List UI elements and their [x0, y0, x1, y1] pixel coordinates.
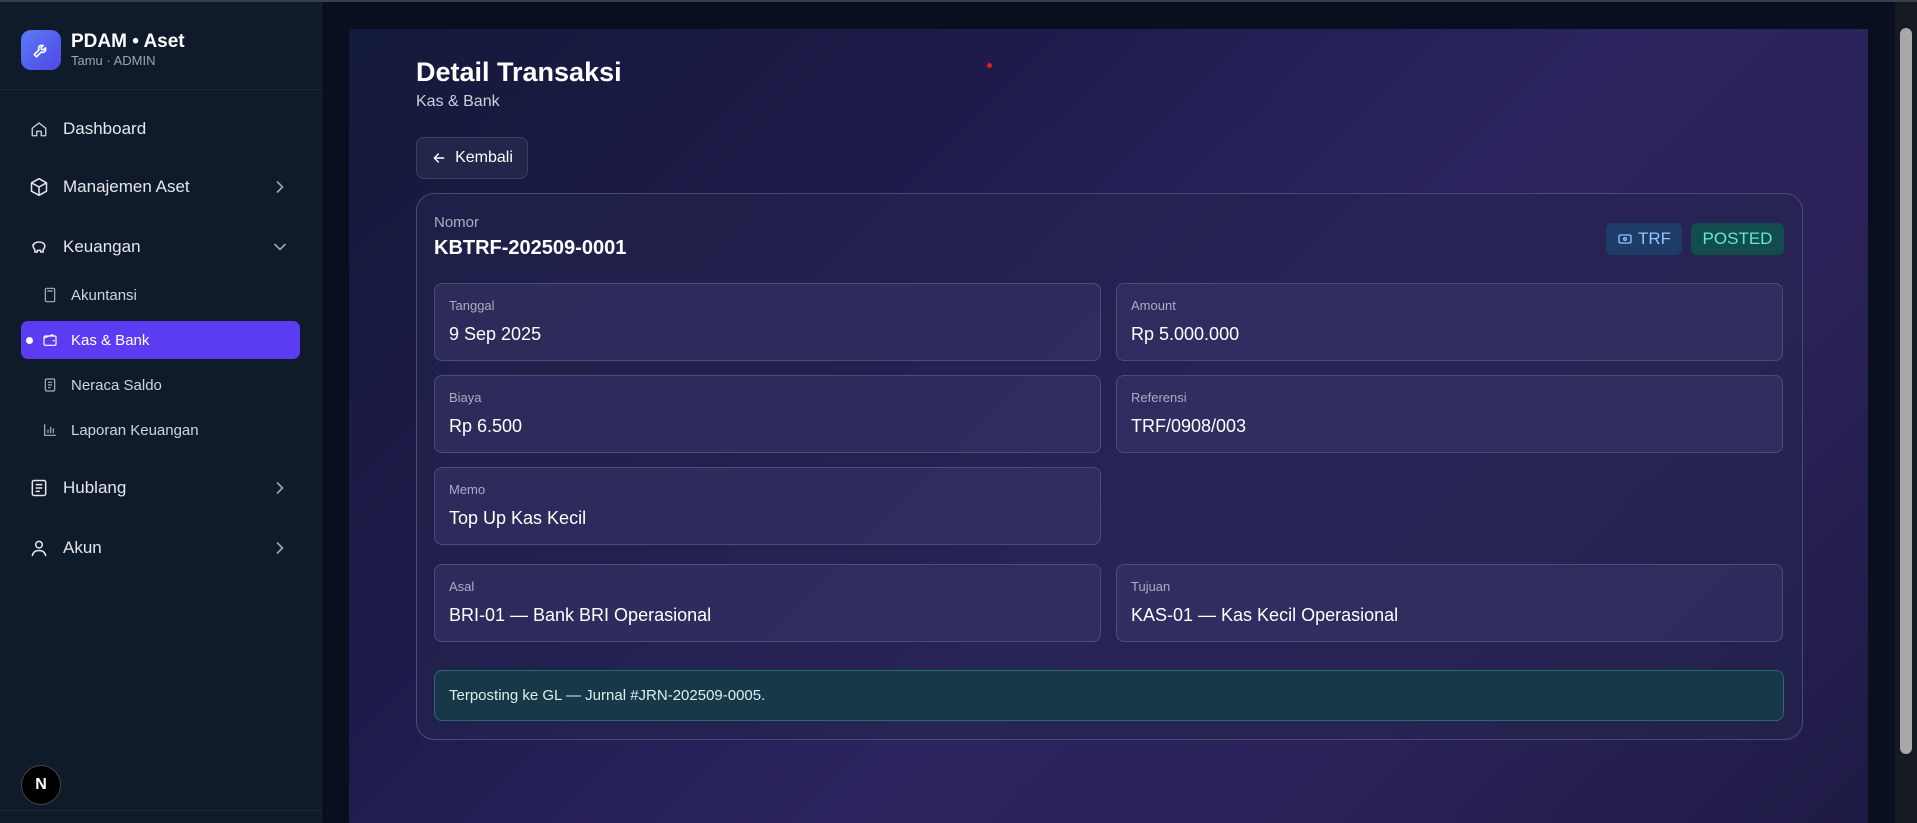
field-value: KAS-01 — Kas Kecil Operasional	[1131, 605, 1399, 625]
sidebar-item-label: Dashboard	[63, 119, 147, 138]
sidebar-item-neraca-saldo[interactable]: Neraca Saldo	[21, 366, 300, 404]
calculator-icon	[41, 286, 59, 304]
sidebar-item-akun[interactable]: Akun	[21, 528, 300, 568]
file-list-icon	[29, 478, 49, 498]
field-tanggal: Tanggal 9 Sep 2025	[434, 283, 1101, 361]
sidebar: PDAM • Aset Tamu · ADMIN Dashboard Manaj…	[0, 2, 322, 823]
sidebar-item-label: Kas & Bank	[71, 331, 150, 349]
sidebar-item-laporan-keuangan[interactable]: Laporan Keuangan	[21, 411, 300, 449]
arrow-left-icon	[433, 153, 445, 163]
status-badge: POSTED	[1691, 223, 1784, 255]
sidebar-divider	[0, 810, 322, 811]
field-amount: Amount Rp 5.000.000	[1116, 283, 1783, 361]
field-label: Referensi	[1131, 390, 1187, 405]
brand: PDAM • Aset Tamu · ADMIN	[0, 2, 321, 90]
active-indicator	[26, 337, 33, 344]
sidebar-item-label: Neraca Saldo	[71, 376, 162, 394]
wrench-icon	[21, 29, 61, 70]
sidebar-item-label: Manajemen Aset	[63, 177, 190, 196]
field-tujuan: Tujuan KAS-01 — Kas Kecil Operasional	[1116, 564, 1783, 642]
field-memo: Memo Top Up Kas Kecil	[434, 467, 1101, 545]
sidebar-item-keuangan[interactable]: Keuangan	[21, 227, 300, 267]
sidebar-item-akuntansi[interactable]: Akuntansi	[21, 276, 300, 314]
page-title: Detail Transaksi	[416, 57, 622, 87]
sidebar-item-dashboard[interactable]: Dashboard	[21, 109, 300, 149]
sidebar-item-kas-bank[interactable]: Kas & Bank	[21, 321, 300, 359]
sidebar-item-label: Akuntansi	[71, 286, 137, 304]
field-value: TRF/0908/003	[1131, 416, 1247, 436]
cursor-dot	[987, 63, 992, 68]
sidebar-item-label: Laporan Keuangan	[71, 421, 199, 439]
field-label: Tujuan	[1131, 579, 1171, 594]
sidebar-item-label: Hublang	[63, 478, 127, 497]
type-badge: TRF	[1606, 223, 1682, 255]
nomor-label: Nomor	[434, 214, 480, 231]
home-icon	[29, 119, 49, 139]
brand-subtitle: Tamu · ADMIN	[71, 52, 156, 68]
bar-chart-icon	[41, 421, 59, 439]
box-icon	[29, 177, 49, 197]
back-button-label: Kembali	[455, 149, 513, 166]
field-value: Top Up Kas Kecil	[449, 508, 587, 528]
sidebar-item-hublang[interactable]: Hublang	[21, 468, 300, 508]
field-referensi: Referensi TRF/0908/003	[1116, 375, 1783, 453]
wallet-icon	[41, 331, 59, 349]
field-value: 9 Sep 2025	[449, 324, 542, 344]
brand-title: PDAM • Aset	[71, 30, 185, 52]
field-value: Rp 6.500	[449, 416, 523, 436]
user-icon	[29, 538, 49, 558]
sidebar-item-label: Keuangan	[63, 237, 141, 256]
dev-tools-button[interactable]: N	[21, 765, 61, 805]
field-label: Tanggal	[449, 298, 495, 313]
chevron-down-icon	[270, 237, 290, 257]
sidebar-item-manajemen-aset[interactable]: Manajemen Aset	[21, 167, 300, 207]
sidebar-item-label: Akun	[63, 538, 102, 557]
transfer-icon	[1618, 234, 1632, 244]
field-asal: Asal BRI-01 — Bank BRI Operasional	[434, 564, 1101, 642]
scrollbar-thumb[interactable]	[1900, 28, 1912, 754]
field-biaya: Biaya Rp 6.500	[434, 375, 1101, 453]
field-value: Rp 5.000.000	[1131, 324, 1240, 344]
field-label: Asal	[449, 579, 475, 594]
type-badge-label: TRF	[1637, 229, 1672, 248]
chevron-right-icon	[270, 177, 290, 197]
sidebar-nav: Dashboard Manajemen Aset Keuangan Akunta…	[0, 109, 321, 568]
piggy-bank-icon	[29, 237, 49, 257]
field-label: Amount	[1131, 298, 1176, 313]
field-label: Biaya	[449, 390, 482, 405]
field-label: Memo	[449, 482, 486, 497]
back-button[interactable]: Kembali	[416, 137, 528, 179]
chevron-right-icon	[270, 478, 290, 498]
field-value: BRI-01 — Bank BRI Operasional	[449, 605, 712, 625]
nomor-value: KBTRF-202509-0001	[434, 237, 627, 259]
document-icon	[41, 376, 59, 394]
posting-notice: Terposting ke GL — Jurnal #JRN-202509-00…	[434, 670, 1784, 721]
chevron-right-icon	[270, 538, 290, 558]
page-subtitle: Kas & Bank	[416, 93, 500, 110]
